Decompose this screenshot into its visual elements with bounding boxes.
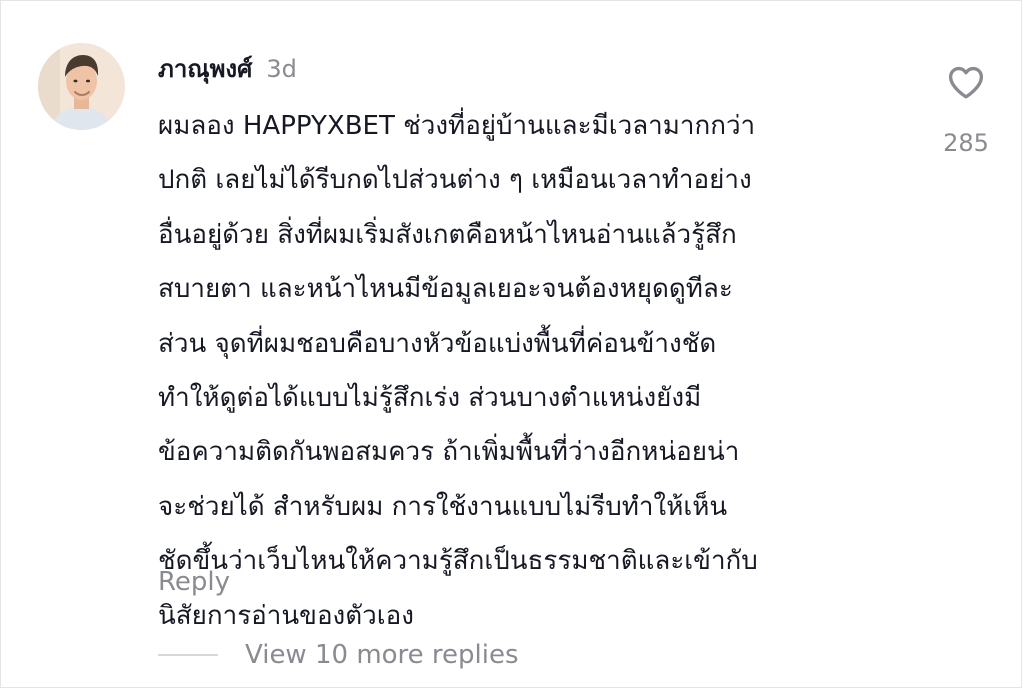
like-count: 285 [943,129,989,157]
timestamp: 3d [266,55,297,83]
comment-line: ทำให้ดูต่อได้แบบไม่รู้สึกเร่ง ส่วนบางตำแ… [158,382,702,413]
reply-button[interactable]: Reply [158,567,230,597]
comment-line: ส่วน จุดที่ผมชอบคือบางหัวข้อแบ่งพื้นที่ค… [158,328,717,359]
comment-line: ปกติ เลยไม่ได้รีบกดไปส่วนต่าง ๆ เหมือนเว… [158,165,752,196]
comment-line: ผมลอง HAPPYXBET ช่วงที่อยู่บ้านและมีเวลา… [158,111,756,141]
avatar[interactable] [38,43,125,130]
heart-outline-icon [948,66,984,99]
comment-line: ชัดขึ้นว่าเว็บไหนให้ความรู้สึกเป็นธรรมชา… [158,546,758,577]
replies-divider [158,654,218,656]
comment-header: ภาณุพงศ์ 3d [158,49,297,85]
comment-line: จะช่วยได้ สำหรับผม การใช้งานแบบไม่รีบทำใ… [158,491,728,522]
comment-card: ภาณุพงศ์ 3d ผมลอง HAPPYXBET ช่วงที่อยู่บ… [0,0,1022,688]
comment-text: ผมลอง HAPPYXBET ช่วงที่อยู่บ้านและมีเวลา… [158,99,918,643]
username[interactable]: ภาณุพงศ์ [158,49,252,88]
view-more-replies-label: View 10 more replies [245,640,519,670]
comment-line: อื่นอยู่ด้วย สิ่งที่ผมเริ่มสังเกตคือหน้า… [158,219,737,250]
view-more-replies-button[interactable]: View 10 more replies [158,635,519,675]
like-button[interactable] [945,61,987,103]
avatar-image [38,43,125,130]
comment-line: สบายตา และหน้าไหนมีข้อมูลเยอะจนต้องหยุดด… [158,274,733,305]
comment-line: ข้อความติดกันพอสมควร ถ้าเพิ่มพื้นที่ว่าง… [158,437,740,468]
